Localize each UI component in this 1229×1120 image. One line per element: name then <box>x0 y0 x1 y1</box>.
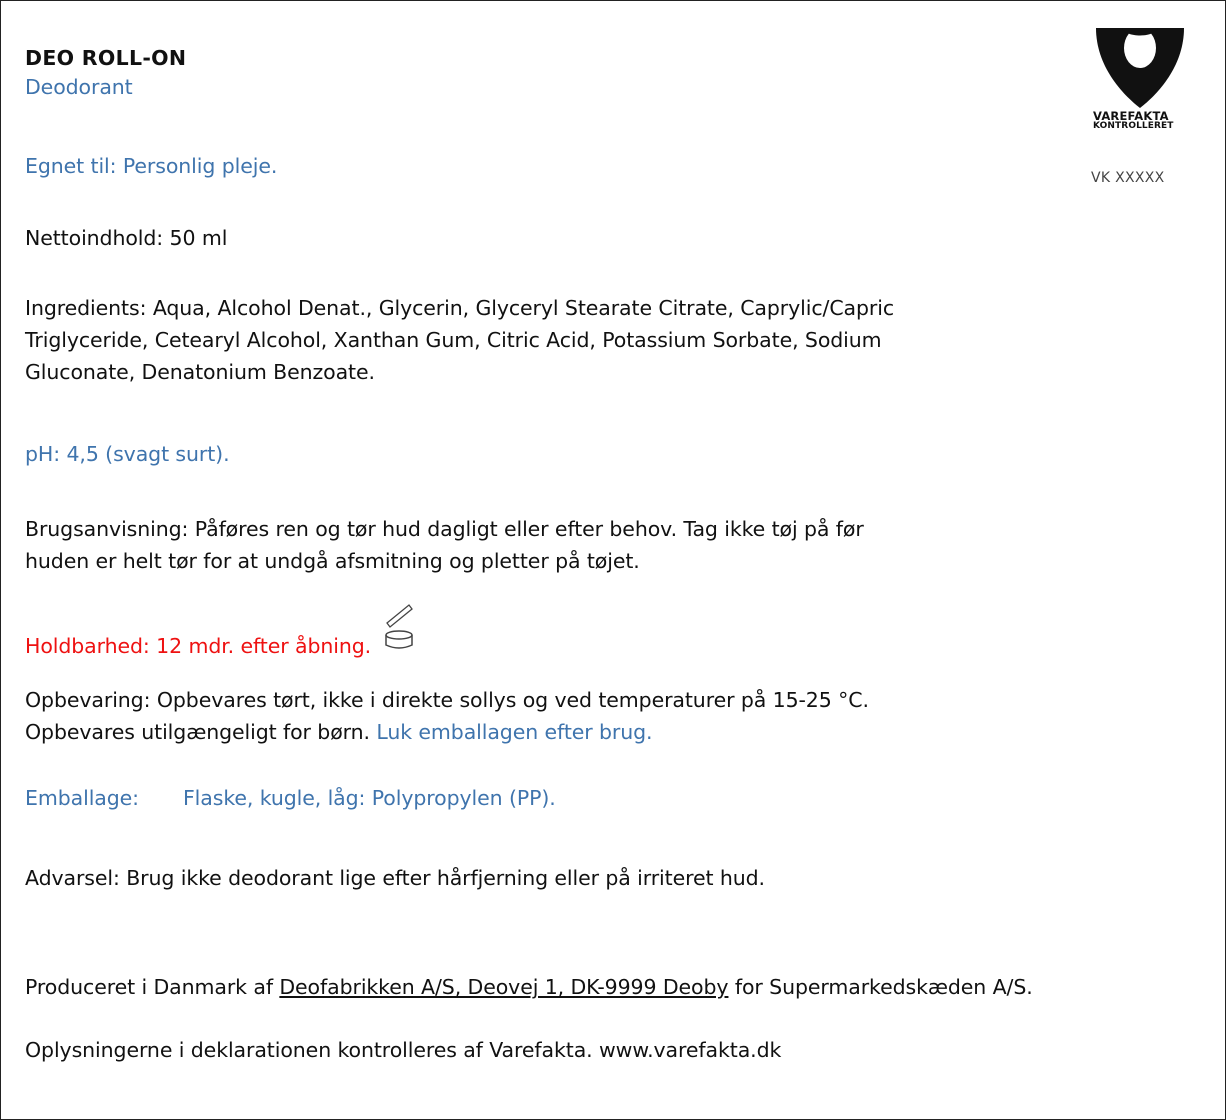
storage-line2-blue: Luk emballagen efter brug. <box>376 720 653 744</box>
storage-label: Opbevaring: <box>25 688 151 712</box>
pao-open-jar-icon <box>384 604 413 649</box>
packaging-row: Emballage: Flaske, kugle, låg: Polypropyl… <box>25 782 556 814</box>
control-text: Oplysningerne i deklarationen kontroller… <box>25 1038 782 1062</box>
producer-prefix: Produceret i Danmark af <box>25 975 273 999</box>
packaging-value: Flaske, kugle, låg: Polypropylen (PP). <box>182 786 556 810</box>
product-header: DEO ROLL-ON Deodorant <box>25 44 186 138</box>
control-row: Oplysningerne i deklarationen kontroller… <box>25 1034 781 1066</box>
shelf-life-row: Holdbarhed: 12 mdr. efter åbning. <box>25 604 414 662</box>
shelf-life-label: Holdbarhed: <box>25 634 150 658</box>
usage-line1: Påføres ren og tør hud dagligt eller eft… <box>194 517 864 541</box>
suitable-label: Egnet til: <box>25 154 117 178</box>
net-content-row: Nettoindhold: 50 ml <box>25 222 227 254</box>
ph-row: pH: 4,5 (svagt surt). <box>25 438 230 470</box>
shelf-life-value: 12 mdr. efter åbning. <box>156 634 372 658</box>
producer-suffix: for Supermarkedskæden A/S. <box>734 975 1033 999</box>
ingredients-row: Ingredients: Aqua, Alcohol Denat., Glyce… <box>25 292 894 388</box>
ingredients-line3: Gluconate, Denatonium Benzoate. <box>25 360 375 384</box>
suitable-value: Personlig pleje. <box>122 154 278 178</box>
packaging-label: Emballage: <box>25 786 139 810</box>
net-label: Nettoindhold: <box>25 226 164 250</box>
suitable-row: Egnet til: Personlig pleje. <box>25 150 277 182</box>
producer-link[interactable]: Deofabrikken A/S, Deovej 1, DK-9999 Deob… <box>279 975 728 999</box>
net-value: 50 ml <box>169 226 228 250</box>
warning-value: : Brug ikke deodorant lige efter hårfjer… <box>113 866 765 890</box>
ingredients-label: Ingredients: <box>25 296 147 320</box>
logo-brand: VAREFAKTA <box>1093 109 1169 123</box>
ingredients-line2: Triglyceride, Cetearyl Alcohol, Xanthan … <box>25 328 882 352</box>
product-name: DEO ROLL-ON <box>25 46 187 70</box>
storage-line2-black: Opbevares utilgængeligt for børn. <box>25 720 370 744</box>
usage-label: Brugsanvisning: <box>25 517 189 541</box>
varefakta-logo-icon <box>1096 28 1184 108</box>
storage-row: Opbevaring: Opbevares tørt, ikke i direk… <box>25 684 869 748</box>
storage-line1: Opbevares tørt, ikke i direkte sollys og… <box>156 688 869 712</box>
usage-line2: huden er helt tør for at undgå afsmitnin… <box>25 549 640 573</box>
product-type: Deodorant <box>25 75 133 99</box>
ph-value: 4,5 (svagt surt). <box>66 442 230 466</box>
usage-row: Brugsanvisning: Påføres ren og tør hud d… <box>25 513 864 577</box>
logo-sub: KONTROLLERET <box>1093 121 1174 131</box>
varefakta-logo-text: VAREFAKTA KONTROLLERET <box>1093 109 1174 131</box>
vk-code: VK XXXXX <box>1091 170 1165 186</box>
ingredients-line1: Aqua, Alcohol Denat., Glycerin, Glyceryl… <box>152 296 895 320</box>
producer-row: Produceret i Danmark af Deofabrikken A/S… <box>25 971 1033 1003</box>
warning-label: Advarsel <box>25 866 113 890</box>
warning-row: Advarsel: Brug ikke deodorant lige efter… <box>25 862 765 894</box>
ph-label: pH: <box>25 442 61 466</box>
